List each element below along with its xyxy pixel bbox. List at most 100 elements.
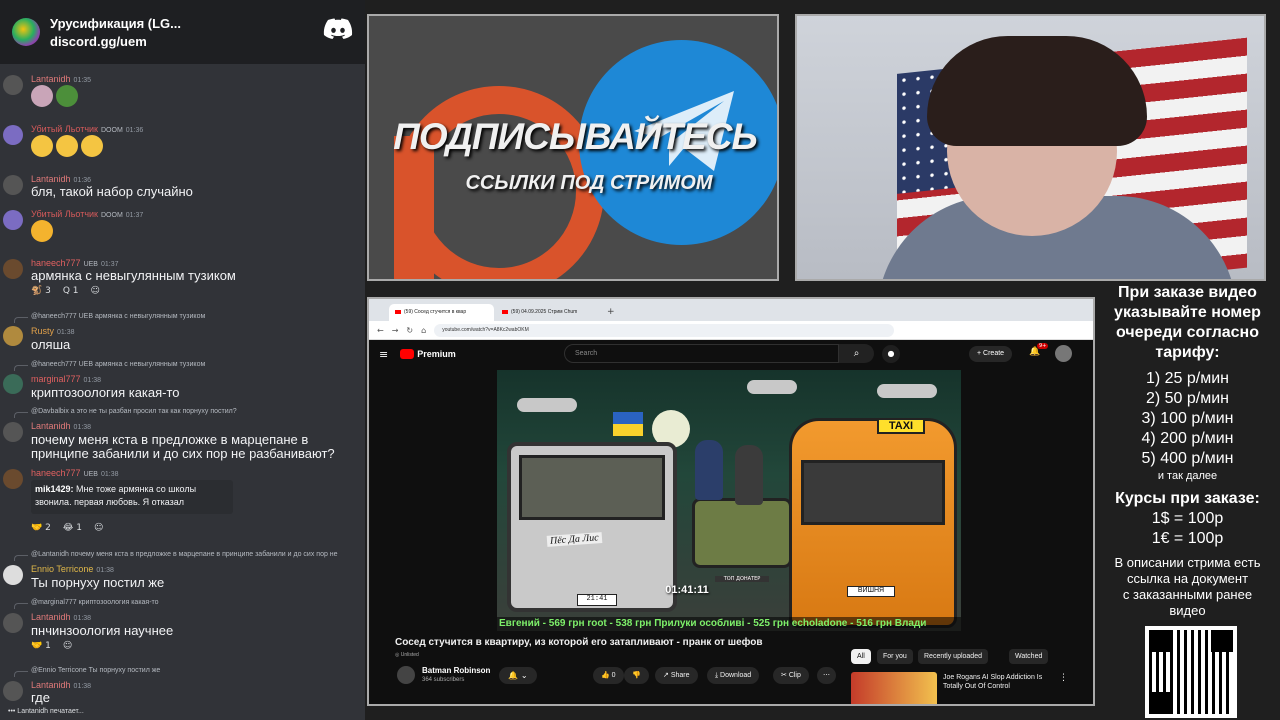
subscription-bell-button[interactable]: 🔔 ⌄ [499, 667, 537, 684]
avatar[interactable] [3, 175, 23, 195]
donation-ticker: Евгений - 569 грн root - 538 грн Прилуки… [497, 617, 961, 631]
chat-header: Урусификация (LG... discord.gg/uem [0, 0, 365, 64]
chip-for-you[interactable]: For you [877, 649, 913, 664]
server-invite-link[interactable]: discord.gg/uem [50, 34, 181, 49]
reaction[interactable]: 🤝 1 [31, 641, 57, 651]
home-icon[interactable]: ⌂ [421, 326, 426, 335]
typing-indicator: ••• Lantanidh печатает... [8, 708, 84, 715]
download-button[interactable]: ⤓ Download [707, 667, 760, 684]
search-input[interactable]: Search [564, 344, 839, 363]
reaction[interactable]: 🤝 2 [31, 523, 57, 533]
like-button[interactable]: 👍 0 [593, 667, 624, 684]
reply-preview[interactable]: @Ennio Terricone Ты порнуху постил же [31, 667, 160, 674]
message-text: пнчинзоология научнее [31, 623, 174, 638]
message-time: 01:38 [73, 615, 92, 622]
url-field[interactable]: youtube.com/watch?v=A8Kc2wabOKM [434, 323, 895, 337]
forward-icon[interactable]: → [392, 326, 399, 335]
browser-tab[interactable]: (59) Сосед стучится в квар [389, 304, 494, 321]
add-reaction-icon[interactable]: ☺ [91, 286, 100, 296]
reply-preview[interactable]: @haneech777 UEB армянка с невыгулянным т… [31, 361, 205, 368]
channel-avatar[interactable] [397, 666, 415, 684]
chip-watched[interactable]: Watched [1009, 649, 1049, 664]
username[interactable]: Lantanidh 01:38 [31, 421, 91, 431]
recommended-title[interactable]: Joe Rogans AI Slop Addiction Is Totally … [943, 673, 1055, 691]
username[interactable]: Lantanidh 01:38 [31, 612, 91, 622]
avatar[interactable] [3, 326, 23, 346]
qr-pattern [1149, 630, 1233, 714]
reaction[interactable]: 🐒 3 [31, 286, 57, 296]
reply-preview[interactable]: @haneech777 UEB армянка с невыгулянным т… [31, 313, 205, 320]
new-tab-icon[interactable]: + [607, 307, 615, 317]
youtube-header: ≡ Premium Search ⌕ ● + Create 🔔 9+ [369, 340, 1093, 368]
recommended-thumbnail[interactable] [851, 672, 937, 704]
avatar[interactable] [3, 565, 23, 585]
username[interactable]: marginal777 01:38 [31, 374, 101, 384]
more-vert-icon[interactable]: ⋮ [1059, 673, 1068, 683]
add-reaction-icon[interactable]: ☺ [63, 641, 72, 651]
create-button[interactable]: + Create [969, 346, 1013, 362]
add-reaction-icon[interactable]: ☺ [94, 523, 103, 533]
emoji-row [31, 135, 106, 160]
username[interactable]: Rusty 01:38 [31, 326, 75, 336]
browser-tab[interactable]: (59) 04.09.2025 Стрим Chum [496, 304, 601, 321]
tariff-item: 3) 100 р/мин [1141, 410, 1234, 427]
message-time: 01:38 [83, 377, 102, 384]
avatar[interactable] [3, 422, 23, 442]
tariff-item: 5) 400 р/мин [1141, 450, 1234, 467]
avatar[interactable] [3, 75, 23, 95]
username[interactable]: Ennio Terricone 01:38 [31, 564, 114, 574]
video-player[interactable]: TAXI Пёс Да Лис 21:41 ВИШНЯ ТОП ДОНАТЕР … [497, 370, 961, 631]
description-line: видео [1169, 603, 1206, 618]
avatar[interactable] [3, 125, 23, 145]
username[interactable]: Убитый Льотчик DOOM 01:36 [31, 124, 143, 134]
emoji-row [31, 220, 56, 245]
address-bar-row: ← → ↻ ⌂ youtube.com/watch?v=A8Kc2wabOKM [369, 321, 1093, 340]
reply-preview[interactable]: @marginal777 криптозоология какая-то [31, 599, 159, 606]
channel-name[interactable]: Batman Robinson [422, 666, 490, 675]
avatar[interactable] [3, 469, 23, 489]
username[interactable]: haneech777 UEB 01:38 [31, 468, 119, 478]
avatar[interactable] [3, 210, 23, 230]
tab-bar: (59) Сосед стучится в квар (59) 04.09.20… [369, 299, 1093, 321]
reply-preview[interactable]: @Lantanidh почему меня кста в предложке … [31, 551, 338, 558]
avatar[interactable] [3, 374, 23, 394]
message-text: оляша [31, 337, 71, 352]
reply-connector [14, 317, 28, 323]
van-windshield [801, 460, 945, 525]
search-icon[interactable]: ⌕ [839, 344, 874, 363]
clip-button[interactable]: ✂ Clip [773, 667, 809, 684]
avatar[interactable] [3, 613, 23, 633]
reply-connector [14, 365, 28, 371]
reply-connector [14, 555, 28, 561]
menu-icon[interactable]: ≡ [379, 348, 388, 361]
pepe-emoji-icon [56, 85, 78, 107]
screaming-emoji-icon [31, 220, 53, 242]
notification-count: 9+ [1037, 343, 1049, 349]
chip-recently-uploaded[interactable]: Recently uploaded [918, 649, 988, 664]
microphone-icon[interactable]: ● [882, 345, 900, 363]
youtube-logo-icon[interactable] [400, 349, 415, 359]
username[interactable]: Lantanidh 01:38 [31, 680, 91, 690]
reload-icon[interactable]: ↻ [406, 326, 413, 335]
role-badge: UEB [83, 261, 98, 268]
username[interactable]: Lantanidh 01:35 [31, 74, 91, 84]
back-icon[interactable]: ← [377, 326, 384, 335]
message-time: 01:38 [73, 424, 92, 431]
username[interactable]: haneech777 UEB 01:37 [31, 258, 119, 268]
rates-title: Курсы при заказе: [1115, 490, 1260, 507]
avatar[interactable] [3, 259, 23, 279]
avatar[interactable] [3, 681, 23, 701]
share-button[interactable]: ↗ Share [655, 667, 698, 684]
username[interactable]: Lantanidh 01:36 [31, 174, 91, 184]
reaction[interactable]: 😂 1 [63, 523, 88, 533]
account-avatar[interactable] [1055, 345, 1072, 362]
info-line: очереди согласно [1115, 324, 1259, 341]
message-text: почему меня кста в предложке в марцепане… [31, 432, 309, 447]
chip-all[interactable]: All [851, 649, 871, 664]
dislike-button[interactable]: 👎 [624, 667, 649, 684]
reply-preview[interactable]: @Davbalbix а это не ты разбан просил так… [31, 408, 237, 415]
username[interactable]: Убитый Льотчик DOOM 01:37 [31, 209, 143, 219]
reaction[interactable]: Q 1 [63, 286, 85, 296]
more-actions-icon[interactable]: ⋯ [817, 667, 836, 684]
plate-van: ВИШНЯ [847, 586, 895, 597]
